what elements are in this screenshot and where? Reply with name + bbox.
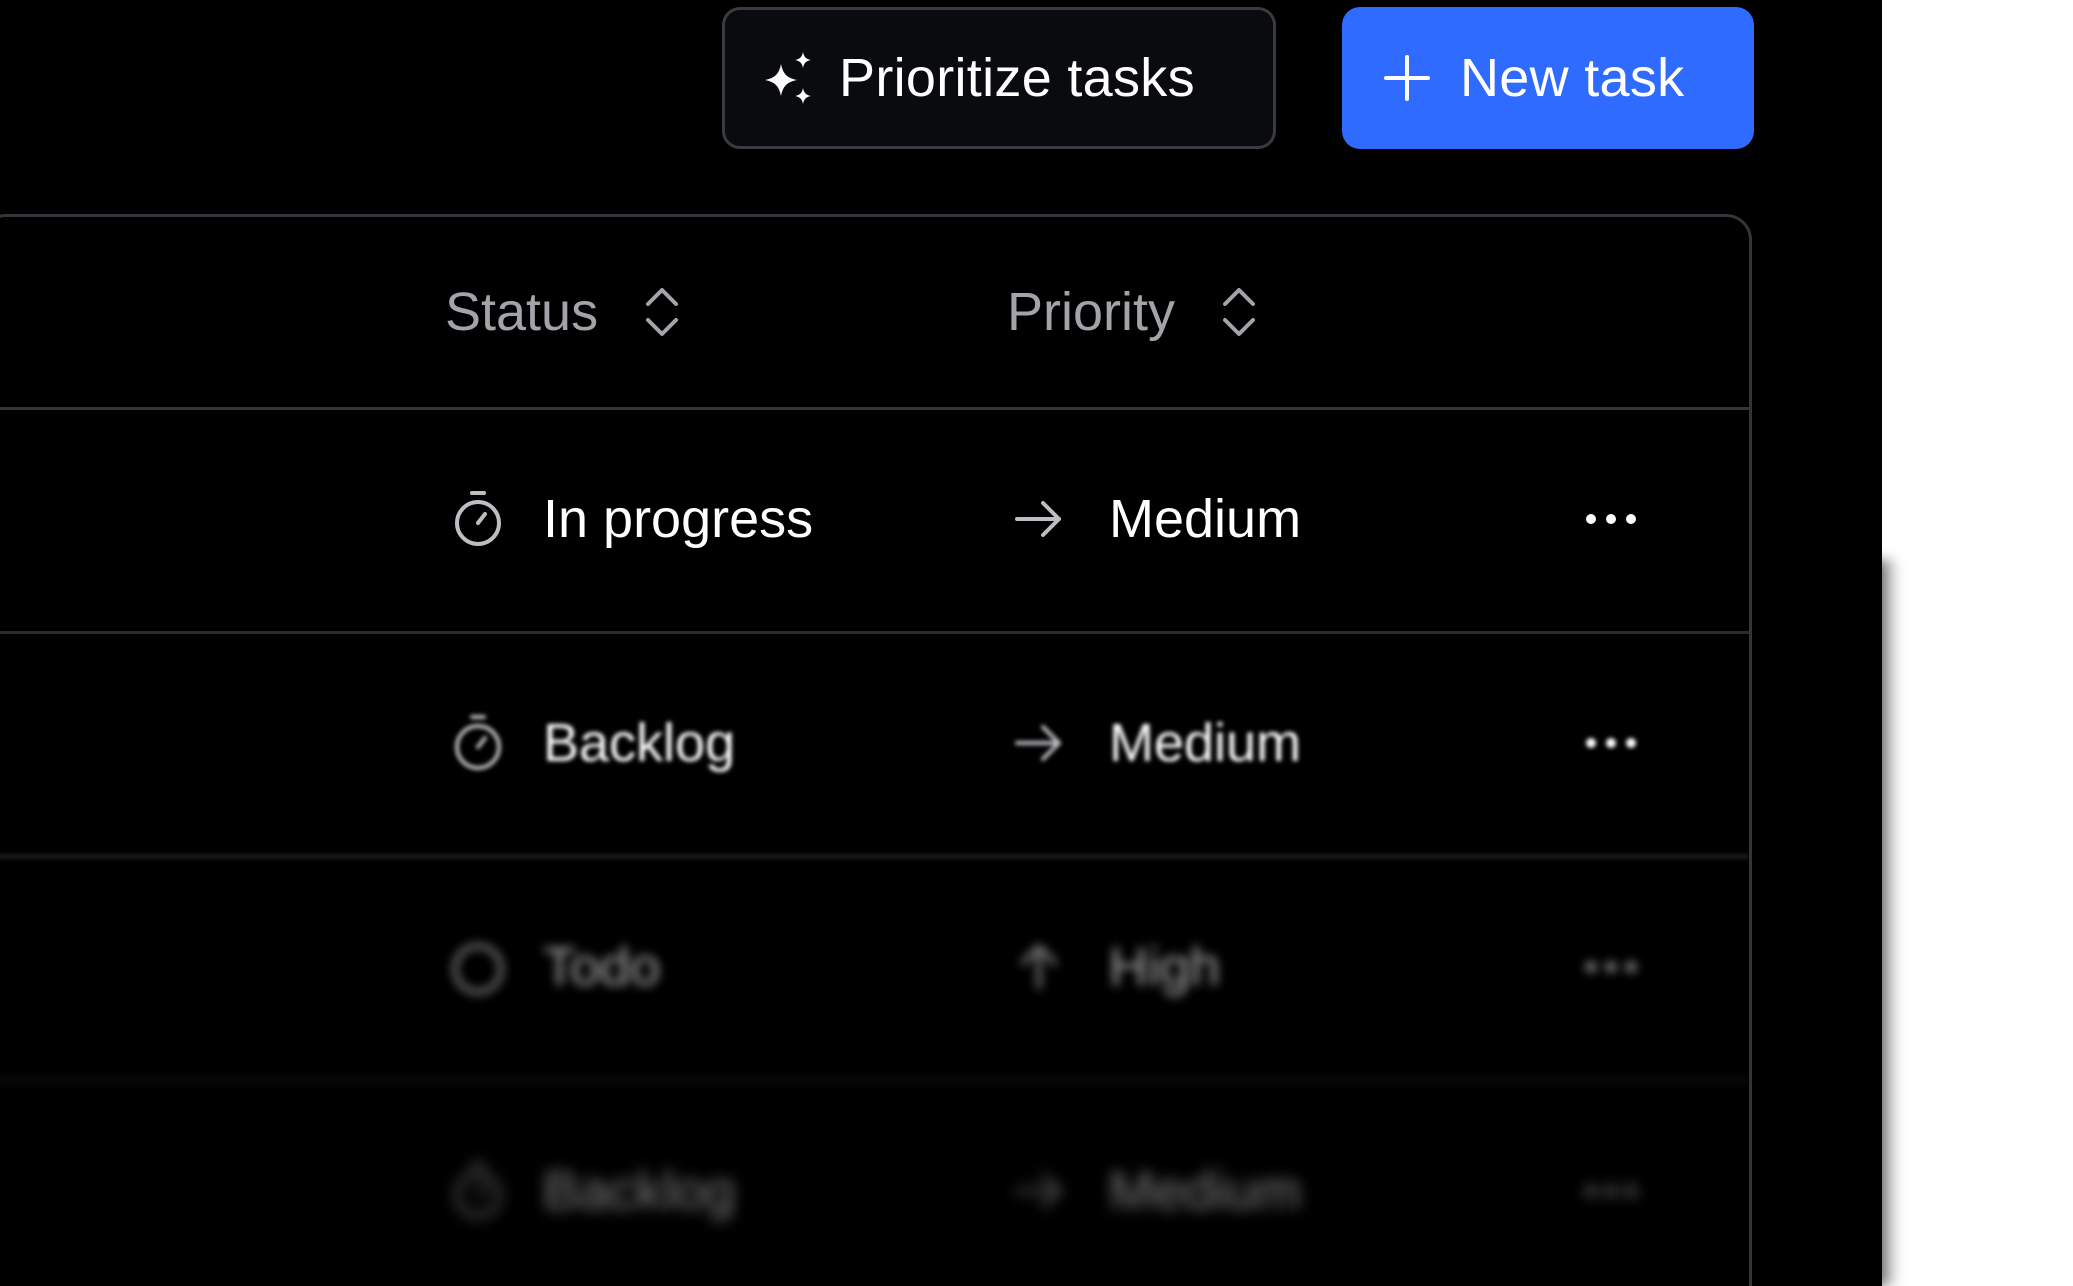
priority-label: High (1109, 937, 1221, 997)
tasks-table: Status Priority In progress Medium Backl… (0, 214, 1752, 1286)
circle-icon (452, 943, 504, 995)
prioritize-tasks-label: Prioritize tasks (839, 48, 1195, 108)
plus-icon (1384, 55, 1430, 101)
priority-cell[interactable]: High (1013, 855, 1220, 1079)
table-row[interactable]: In progress Medium (0, 407, 1749, 634)
table-row[interactable]: Todo High (0, 855, 1749, 1082)
timer-icon (455, 715, 501, 770)
status-cell[interactable]: Backlog (451, 1079, 735, 1286)
timer-icon (455, 1163, 501, 1218)
arrow-right-icon (1015, 725, 1061, 761)
status-label: In progress (543, 489, 814, 549)
status-cell[interactable]: In progress (451, 407, 813, 631)
table-row[interactable]: Backlog Medium (0, 631, 1749, 858)
status-cell[interactable]: Todo (451, 855, 660, 1079)
column-header-priority[interactable]: Priority (1007, 281, 1259, 343)
screen-edge-shadow (1868, 560, 1898, 1286)
status-label: Todo (543, 937, 661, 997)
arrow-up-icon (1020, 944, 1058, 990)
priority-cell[interactable]: Medium (1013, 1079, 1301, 1286)
column-header-label: Priority (1007, 282, 1176, 342)
timer-icon (455, 491, 501, 546)
arrow-right-icon (1015, 501, 1061, 537)
priority-cell[interactable]: Medium (1013, 631, 1301, 855)
priority-label: Medium (1109, 489, 1302, 549)
row-actions[interactable] (1583, 407, 1639, 631)
row-actions[interactable] (1583, 1079, 1639, 1286)
new-task-label: New task (1460, 48, 1685, 108)
sparkles-icon (765, 52, 811, 104)
arrow-right-icon (1015, 1173, 1061, 1209)
status-label: Backlog (543, 713, 736, 773)
table-row[interactable]: Backlog Medium (0, 1079, 1749, 1286)
app-screen: Prioritize tasks New task Status Priorit… (0, 0, 1882, 1286)
status-cell[interactable]: Backlog (451, 631, 735, 855)
prioritize-tasks-button[interactable]: Prioritize tasks (722, 7, 1276, 149)
more-horizontal-icon[interactable] (1583, 511, 1639, 527)
more-horizontal-icon[interactable] (1583, 1183, 1639, 1199)
status-label: Backlog (543, 1161, 736, 1221)
row-actions[interactable] (1583, 631, 1639, 855)
column-header-status[interactable]: Status (445, 281, 682, 343)
column-header-label: Status (445, 282, 599, 342)
sort-icon[interactable] (642, 284, 682, 340)
sort-icon[interactable] (1219, 284, 1259, 340)
more-horizontal-icon[interactable] (1583, 959, 1639, 975)
more-horizontal-icon[interactable] (1583, 735, 1639, 751)
row-actions[interactable] (1583, 855, 1639, 1079)
table-header: Status Priority (0, 217, 1749, 410)
priority-label: Medium (1109, 713, 1302, 773)
priority-cell[interactable]: Medium (1013, 407, 1301, 631)
new-task-button[interactable]: New task (1342, 7, 1754, 149)
priority-label: Medium (1109, 1161, 1302, 1221)
